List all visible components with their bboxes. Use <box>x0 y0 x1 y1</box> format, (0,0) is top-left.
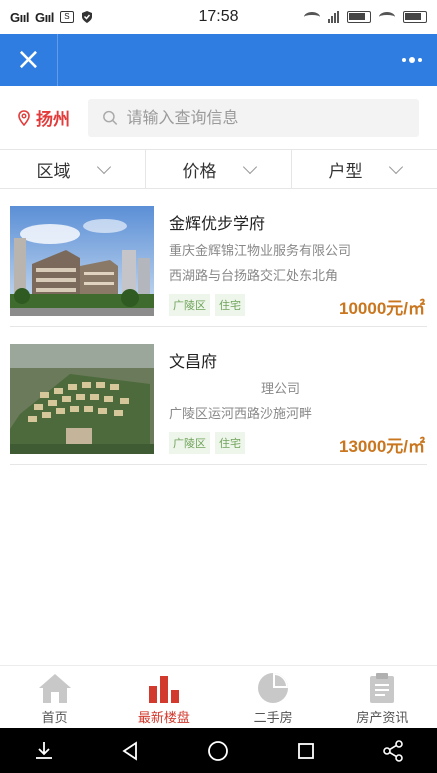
tab-label: 首页 <box>41 711 68 726</box>
battery-icon-2 <box>403 11 427 23</box>
back-button[interactable] <box>111 731 151 771</box>
tab-label: 房产资讯 <box>356 711 409 726</box>
filter-price[interactable]: 价格 <box>146 150 292 188</box>
system-nav-bar <box>0 728 437 773</box>
signal-bars-icon <box>328 11 339 23</box>
status-bar-right <box>267 11 427 23</box>
building-photo-icon <box>10 206 154 316</box>
aerial-photo-icon <box>10 344 154 454</box>
bar-chart-icon <box>148 676 179 703</box>
battery-icon <box>347 11 371 23</box>
listing-developer: 重庆金辉锦江物业服务有限公司 <box>169 244 352 259</box>
search-icon <box>103 110 118 125</box>
chevron-down-icon <box>242 159 257 174</box>
signal-indicator: Gııl <box>10 9 29 25</box>
status-bar: Gııl Gııl S 17:58 <box>0 0 437 34</box>
bottom-tab-bar: 首页 最新楼盘 二手房 房产资讯 <box>0 665 437 728</box>
tag-type: 住宅 <box>215 294 245 316</box>
tab-second-hand[interactable]: 二手房 <box>219 666 328 728</box>
listing-price: 10000元/㎡ <box>339 299 425 318</box>
shield-icon <box>81 11 92 23</box>
search-row: 扬州 <box>0 86 437 149</box>
wifi-icon <box>304 12 320 22</box>
tag-type: 住宅 <box>215 432 245 454</box>
listing-photo <box>10 206 154 316</box>
listing-title: 金辉优步学府 <box>169 214 266 233</box>
filter-region[interactable]: 区域 <box>0 150 146 188</box>
listing-list: 金辉优步学府 重庆金辉锦江物业服务有限公司 西湖路与台扬路交汇处东北角 广陵区 … <box>10 189 427 465</box>
app-header: × <box>0 34 437 86</box>
search-box[interactable] <box>88 98 419 137</box>
download-icon[interactable] <box>24 731 64 771</box>
city-label: 扬州 <box>36 110 70 130</box>
tag-district: 广陵区 <box>169 432 210 454</box>
listing-tags: 广陵区 住宅 <box>169 294 245 316</box>
more-dot-icon <box>402 58 406 62</box>
filter-label: 区域 <box>36 161 71 182</box>
filter-label: 户型 <box>328 161 363 182</box>
listing-item[interactable]: 金辉优步学府 重庆金辉锦江物业服务有限公司 西湖路与台扬路交汇处东北角 广陵区 … <box>10 189 427 327</box>
listing-item[interactable]: 文昌府 理公司 广陵区运河西路沙施河畔 广陵区 住宅 13000元/㎡ <box>10 327 427 465</box>
tab-news[interactable]: 房产资讯 <box>328 666 437 728</box>
city-selector[interactable]: 扬州 <box>18 105 82 130</box>
listing-photo <box>10 344 154 454</box>
search-input[interactable] <box>126 108 405 127</box>
more-options-button[interactable] <box>387 34 437 86</box>
listing-price: 13000元/㎡ <box>339 437 425 456</box>
location-pin-icon <box>18 109 30 126</box>
tab-home[interactable]: 首页 <box>0 666 109 728</box>
home-icon <box>38 674 71 703</box>
clipboard-icon <box>370 673 395 703</box>
filter-layout[interactable]: 户型 <box>292 150 437 188</box>
more-dot-icon <box>418 58 422 62</box>
status-bar-left: Gııl Gııl S <box>10 10 170 25</box>
tab-new-listings[interactable]: 最新楼盘 <box>109 666 218 728</box>
listing-developer: 理公司 <box>261 382 301 397</box>
close-icon: × <box>15 42 42 77</box>
pie-chart-icon <box>258 673 289 703</box>
tab-label: 二手房 <box>253 711 293 726</box>
listing-title: 文昌府 <box>169 352 218 371</box>
listing-info: 金辉优步学府 重庆金辉锦江物业服务有限公司 西湖路与台扬路交汇处东北角 广陵区 … <box>154 206 427 326</box>
tab-label: 最新楼盘 <box>137 711 190 726</box>
recents-button[interactable] <box>286 731 326 771</box>
chevron-down-icon <box>388 159 403 174</box>
clock: 17:58 <box>198 8 239 25</box>
close-button[interactable]: × <box>0 34 58 86</box>
share-icon[interactable] <box>373 731 413 771</box>
listing-tags: 广陵区 住宅 <box>169 432 245 454</box>
listing-address: 广陵区运河西路沙施河畔 <box>169 407 313 422</box>
more-dot-icon <box>409 57 415 63</box>
wifi-icon-2 <box>379 12 395 22</box>
chevron-down-icon <box>96 159 111 174</box>
signal-indicator-2: Gııl <box>34 9 54 25</box>
listing-address: 西湖路与台扬路交汇处东北角 <box>169 269 339 284</box>
home-button[interactable] <box>198 731 238 771</box>
notification-icon: S <box>59 11 74 23</box>
filter-bar: 区域 价格 户型 <box>0 149 437 189</box>
listing-info: 文昌府 理公司 广陵区运河西路沙施河畔 广陵区 住宅 13000元/㎡ <box>154 344 427 464</box>
tag-district: 广陵区 <box>169 294 210 316</box>
filter-label: 价格 <box>182 161 217 182</box>
